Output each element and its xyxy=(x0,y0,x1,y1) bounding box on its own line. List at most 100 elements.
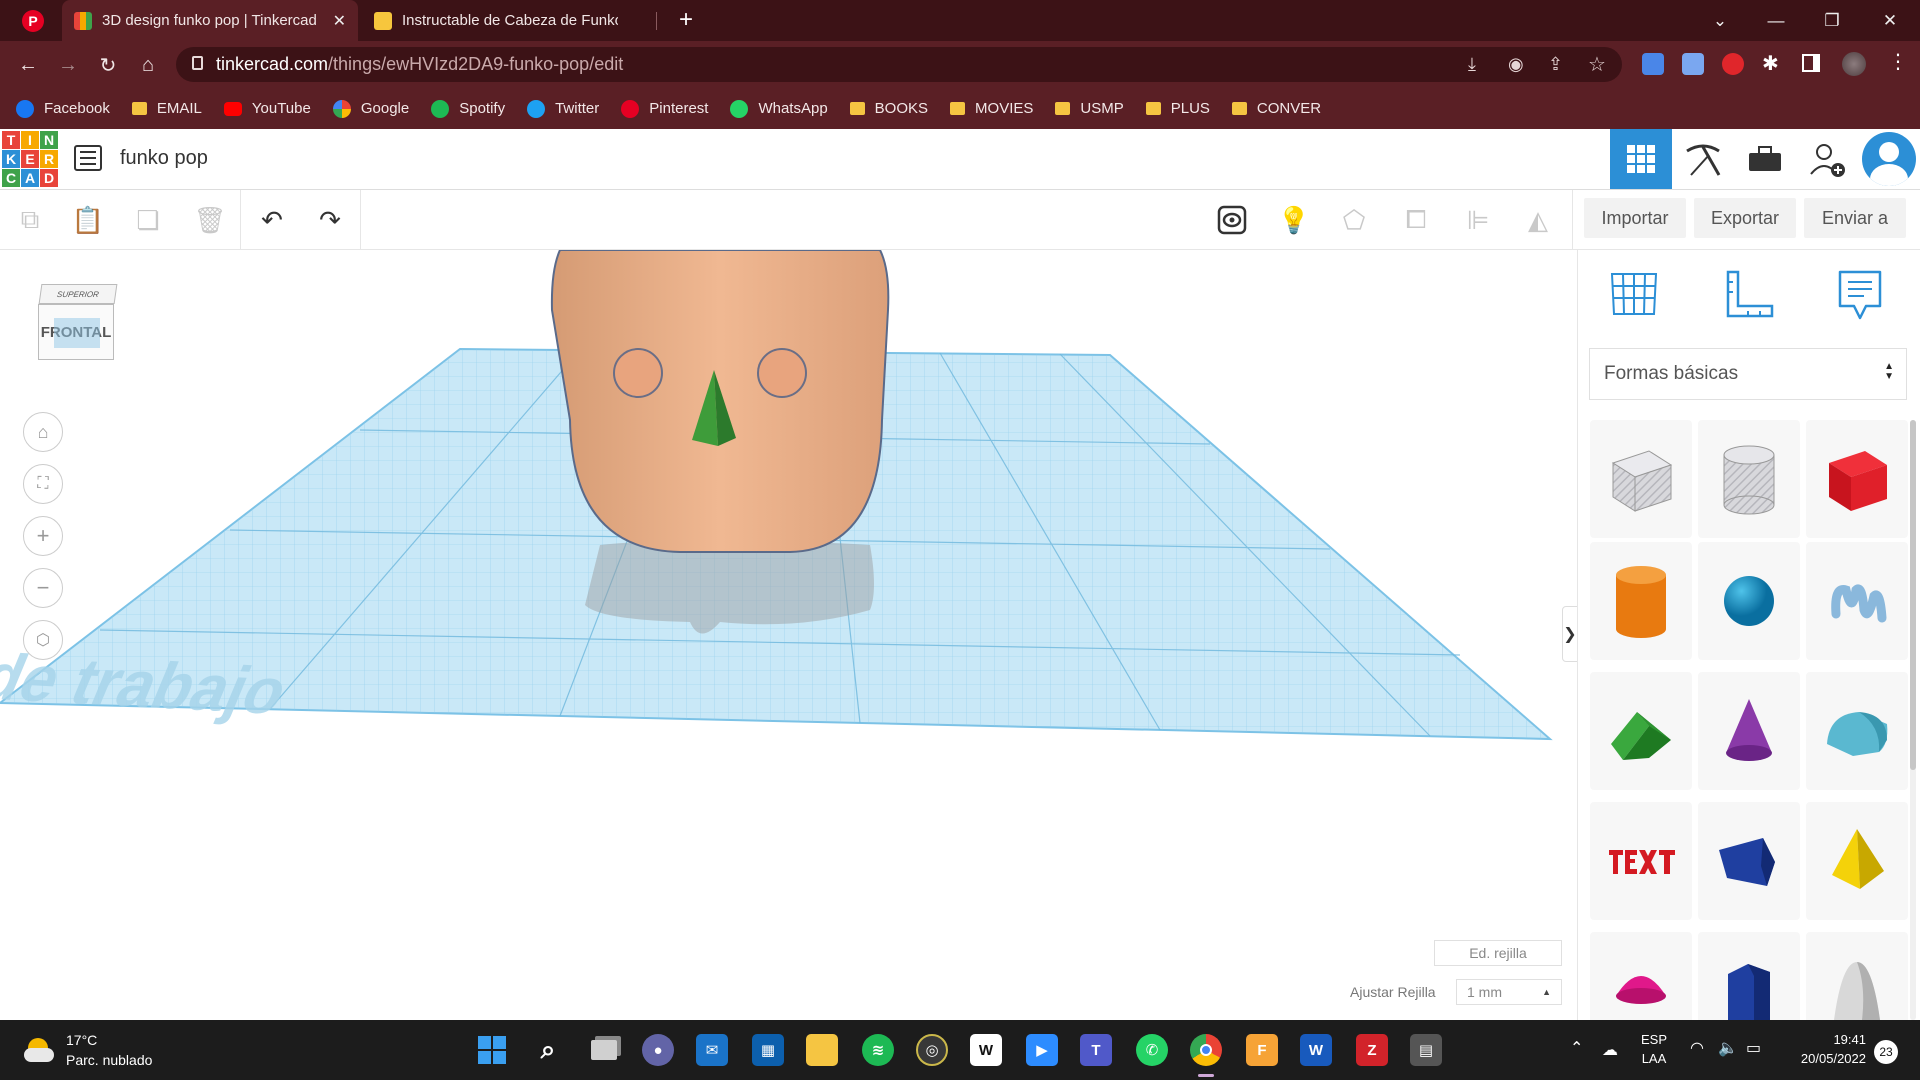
shape-polygon[interactable] xyxy=(1698,802,1800,920)
docs-extension-icon[interactable] xyxy=(1682,53,1704,75)
zoom-in-button[interactable]: + xyxy=(23,516,63,556)
undo-icon[interactable]: ↶ xyxy=(254,202,290,238)
z-app-icon[interactable]: Z xyxy=(1356,1034,1388,1066)
project-title[interactable]: funko pop xyxy=(120,147,208,170)
blocks-mode-button[interactable] xyxy=(1672,129,1734,189)
right-eye-shape[interactable] xyxy=(757,348,807,398)
bookmark-google[interactable]: Google xyxy=(332,99,409,118)
import-button[interactable]: Importar xyxy=(1584,198,1686,238)
zoom-out-button[interactable]: − xyxy=(23,568,63,608)
spotify-icon[interactable]: ≋ xyxy=(862,1034,894,1066)
task-view-icon[interactable] xyxy=(588,1034,620,1066)
tab-instructable[interactable]: Instructable de Cabeza de Funko xyxy=(362,0,652,41)
bookmark-usmp[interactable]: USMP xyxy=(1055,100,1124,117)
restore-window-icon[interactable]: ❐ xyxy=(1804,0,1860,41)
file-explorer-icon[interactable] xyxy=(806,1034,838,1066)
home-view-button[interactable]: ⌂ xyxy=(23,412,63,452)
bookmark-facebook[interactable]: Facebook xyxy=(16,99,110,118)
show-all-icon[interactable] xyxy=(1214,202,1250,238)
address-bar[interactable]: tinkercad.com/things/ewHVIzd2DA9-funko-p… xyxy=(176,47,1622,82)
mirror-icon[interactable]: ◭ xyxy=(1520,202,1556,238)
bookmark-twitter[interactable]: Twitter xyxy=(527,99,599,118)
ungroup-icon[interactable]: ⧠ xyxy=(1398,202,1434,238)
bookmark-spotify[interactable]: Spotify xyxy=(431,99,505,118)
notes-tool-button[interactable] xyxy=(1832,266,1888,322)
bookmark-movies[interactable]: MOVIES xyxy=(950,100,1033,117)
side-panel-icon[interactable] xyxy=(1802,54,1820,72)
shape-cylinder[interactable] xyxy=(1590,542,1692,660)
workplane-svg[interactable]: Plano de trabajo xyxy=(0,250,1577,1020)
bookmark-books[interactable]: BOOKS xyxy=(849,100,928,117)
home-icon[interactable]: ⌂ xyxy=(132,49,164,81)
snap-grid-select[interactable]: 1 mm ▲ xyxy=(1456,979,1562,1005)
paste-icon[interactable]: 📋 xyxy=(70,202,106,238)
shape-cone[interactable] xyxy=(1698,672,1800,790)
shape-hexagonal-prism[interactable] xyxy=(1698,932,1800,1020)
tab-tinkercad[interactable]: 3D design funko pop | Tinkercad ✕ xyxy=(62,0,358,41)
tinkercad-logo[interactable]: T I N K E R C A D xyxy=(2,131,58,187)
bricks-mode-button[interactable] xyxy=(1734,129,1796,189)
shape-box-hole[interactable] xyxy=(1590,420,1692,538)
bookmark-plus[interactable]: PLUS xyxy=(1145,100,1210,117)
tab-search-icon[interactable]: ⌄ xyxy=(1692,0,1748,41)
view-cube-top[interactable]: SUPERIOR xyxy=(38,284,118,304)
show-hidden-icons[interactable]: ⌃ xyxy=(1570,1038,1583,1058)
fusion-app-icon[interactable]: F xyxy=(1246,1034,1278,1066)
lock-icon[interactable] xyxy=(192,56,203,70)
browser-menu-icon[interactable]: ⋮ xyxy=(1888,49,1908,74)
shape-cylinder-hole[interactable] xyxy=(1698,420,1800,538)
install-app-icon[interactable]: ⤓ xyxy=(1468,54,1476,75)
fit-view-button[interactable]: ⛶ xyxy=(23,464,63,504)
shape-pyramid[interactable] xyxy=(1806,802,1908,920)
zoom-icon[interactable]: ▶ xyxy=(1026,1034,1058,1066)
workplane-canvas[interactable]: Plano de trabajo SUPERIOR FRONTAL ⌂ ⛶ + … xyxy=(0,250,1577,1020)
shape-box[interactable] xyxy=(1806,420,1908,538)
reload-icon[interactable]: ↻ xyxy=(92,49,124,81)
chrome-icon[interactable] xyxy=(1190,1034,1222,1066)
ruler-tool-button[interactable] xyxy=(1720,266,1776,322)
left-eye-shape[interactable] xyxy=(613,348,663,398)
shape-half-cylinder[interactable] xyxy=(1806,672,1908,790)
bookmark-star-icon[interactable]: ☆ xyxy=(1588,52,1606,77)
edit-grid-button[interactable]: Ed. rejilla xyxy=(1434,940,1562,966)
w-app-icon[interactable]: W xyxy=(970,1034,1002,1066)
language-indicator[interactable]: ESP LAA xyxy=(1634,1032,1674,1066)
windows-start-icon[interactable] xyxy=(476,1034,508,1066)
close-tab-icon[interactable]: ✕ xyxy=(333,11,346,31)
copy-icon[interactable]: ⧉ xyxy=(12,202,48,238)
shape-text[interactable] xyxy=(1590,802,1692,920)
teams-icon[interactable]: T xyxy=(1080,1034,1112,1066)
weather-widget[interactable]: 17°C Parc. nublado xyxy=(22,1028,182,1074)
bookmark-email[interactable]: EMAIL xyxy=(131,100,202,117)
shape-sphere[interactable] xyxy=(1698,542,1800,660)
shape-roof[interactable] xyxy=(1590,672,1692,790)
notification-badge[interactable]: 23 xyxy=(1874,1040,1898,1064)
duplicate-icon[interactable]: ❏ xyxy=(130,202,166,238)
bookmark-conver[interactable]: CONVER xyxy=(1231,100,1321,117)
shape-half-sphere[interactable] xyxy=(1590,932,1692,1020)
share-icon[interactable]: ⇪ xyxy=(1548,54,1563,75)
shape-scribble[interactable] xyxy=(1806,542,1908,660)
extensions-puzzle-icon[interactable]: ✱ xyxy=(1762,51,1779,76)
panel-toggle-button[interactable]: ❯ xyxy=(1562,606,1577,662)
minimize-window-icon[interactable]: — xyxy=(1748,0,1804,41)
new-tab-button[interactable]: + xyxy=(672,6,700,34)
invite-user-button[interactable] xyxy=(1796,129,1858,189)
3d-view-grid-button[interactable] xyxy=(1610,129,1672,189)
forward-icon[interactable]: → xyxy=(52,49,84,81)
design-list-icon[interactable] xyxy=(74,145,102,171)
store-icon[interactable]: ▦ xyxy=(752,1034,784,1066)
adblock-extension-icon[interactable] xyxy=(1722,53,1744,75)
teams-chat-icon[interactable]: ● xyxy=(642,1034,674,1066)
align-icon[interactable]: ⊫ xyxy=(1460,202,1496,238)
export-button[interactable]: Exportar xyxy=(1694,198,1796,238)
close-window-icon[interactable]: ✕ xyxy=(1862,0,1918,41)
shape-paraboloid[interactable] xyxy=(1806,932,1908,1020)
delete-icon[interactable]: 🗑 xyxy=(192,202,228,238)
profile-avatar[interactable] xyxy=(1842,52,1866,76)
app-globe-icon[interactable]: ◎ xyxy=(916,1034,948,1066)
bookmark-youtube[interactable]: YouTube xyxy=(223,100,311,117)
shapes-scrollbar[interactable] xyxy=(1910,420,1916,1020)
clock[interactable]: 19:41 20/05/2022 xyxy=(1782,1032,1866,1066)
calculator-icon[interactable]: ▤ xyxy=(1410,1034,1442,1066)
